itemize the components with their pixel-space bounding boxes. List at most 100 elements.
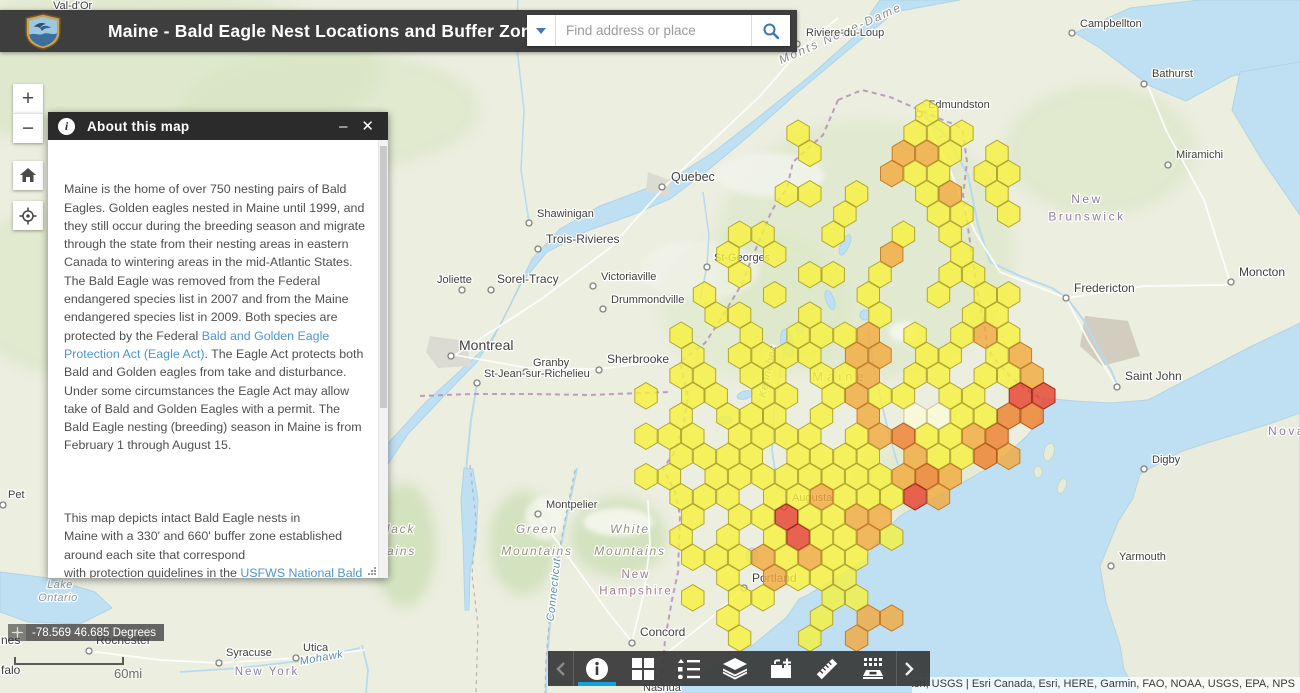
city-dot [659, 184, 665, 190]
chevron-left-icon [556, 662, 565, 676]
city-label: Pet [8, 489, 25, 501]
city-label: Sorel-Tracy [497, 272, 559, 286]
app-title: Maine - Bald Eagle Nest Locations and Bu… [108, 21, 552, 42]
scale-bar-line [14, 657, 124, 665]
city-dot [1165, 162, 1171, 168]
minimize-button[interactable]: – [339, 119, 347, 134]
city-label: Sherbrooke [607, 352, 669, 366]
about-paragraph-1: Maine is the home of over 750 nesting pa… [64, 180, 366, 454]
city-label: Moncton [1239, 265, 1285, 279]
home-icon [20, 168, 36, 183]
about-paragraph-2: This map depicts intact Bald Eagle nests… [64, 509, 366, 578]
city-dot [1108, 563, 1114, 569]
about-panel-title: About this map [87, 119, 189, 134]
map-attribution: Esri, USGS | Esri Canada, Esri, HERE, Ga… [912, 677, 1300, 693]
zoom-in-button[interactable]: + [13, 84, 43, 113]
chevron-down-icon [536, 28, 546, 34]
city-label: Syracuse [226, 647, 272, 659]
legend-list-icon [678, 659, 700, 679]
widget-toolbar [548, 651, 930, 686]
city-label: Montpelier [546, 499, 598, 511]
coordinate-widget: -78.569 46.685 Degrees [8, 624, 164, 641]
scale-bar: 60mi [14, 657, 124, 665]
toolbar-item-legend[interactable] [666, 651, 712, 686]
my-location-button[interactable] [13, 201, 43, 230]
city-dot [1114, 384, 1120, 390]
chevron-right-icon [905, 662, 914, 676]
city-dot [590, 283, 596, 289]
city-label: Saint John [1125, 369, 1182, 383]
city-dot [86, 648, 92, 654]
search-button[interactable] [751, 15, 790, 46]
city-label: Shawinigan [537, 208, 594, 220]
city-dot [704, 264, 710, 270]
about-panel-header: i About this map – ✕ [48, 112, 388, 140]
minus-icon: − [22, 117, 34, 141]
city-dot [1063, 295, 1069, 301]
home-extent-button[interactable] [13, 161, 43, 190]
city-label: Riviere-du-Loup [806, 27, 884, 39]
city-dot [535, 246, 541, 252]
toolbar-item-about[interactable] [574, 651, 620, 686]
toolbar-prev-button[interactable] [548, 651, 573, 686]
toolbar-item-measurement[interactable] [804, 651, 850, 686]
city-label: Quebec [671, 170, 715, 184]
info-icon [585, 657, 609, 681]
zoom-out-button[interactable]: − [13, 113, 43, 143]
city-dot [1228, 279, 1234, 285]
toolbar-item-layer-list[interactable] [712, 651, 758, 686]
city-label: Fredericton [1074, 281, 1135, 295]
city-dot [526, 220, 532, 226]
city-label: Trois-Rivieres [546, 232, 620, 246]
city-dot [600, 306, 606, 312]
search-source-dropdown[interactable] [527, 15, 556, 46]
print-icon [861, 658, 885, 680]
scrollbar-thumb[interactable] [380, 146, 387, 408]
region-label: Nova [1268, 424, 1300, 438]
city-label: Joliette [437, 274, 472, 286]
search-widget [527, 15, 790, 46]
app-header: Maine - Bald Eagle Nest Locations and Bu… [0, 10, 797, 52]
close-button[interactable]: ✕ [361, 119, 374, 134]
about-panel-body: Maine is the home of over 750 nesting pa… [48, 140, 388, 578]
city-dot [448, 353, 454, 359]
city-dot [535, 511, 541, 517]
city-dot [1069, 30, 1075, 36]
city-label: Bathurst [1152, 68, 1193, 80]
city-label: Campbellton [1080, 18, 1142, 30]
city-dot [1141, 466, 1147, 472]
ruler-icon [815, 657, 839, 681]
info-icon: i [58, 118, 75, 135]
basemap-grid-icon [632, 658, 654, 680]
toolbar-item-print[interactable] [850, 651, 896, 686]
city-dot [596, 367, 602, 373]
city-dot [629, 640, 635, 646]
locate-icon [19, 207, 37, 225]
city-dot [216, 660, 222, 666]
search-input[interactable] [556, 15, 751, 46]
city-label: Montreal [459, 337, 513, 353]
water-label: Lake [47, 579, 73, 591]
coordinate-readout: -78.569 46.685 Degrees [26, 624, 164, 641]
city-dot [1141, 81, 1147, 87]
city-label: Victoriaville [601, 271, 656, 283]
city-label: Digby [1152, 454, 1181, 466]
toolbar-next-button[interactable] [897, 651, 922, 686]
about-panel: i About this map – ✕ Maine is the home o… [48, 112, 388, 578]
scale-bar-label: 60mi [114, 666, 142, 681]
city-label: falo [1, 663, 21, 677]
toolbar-item-basemap-gallery[interactable] [620, 651, 666, 686]
resize-handle-icon[interactable] [367, 566, 377, 576]
city-label: Yarmouth [1119, 551, 1166, 563]
usfws-logo [24, 13, 62, 50]
city-label: Miramichi [1176, 149, 1223, 161]
add-data-icon [770, 658, 792, 680]
map-application: KennebecConnecticutMohawkMonts Notre-Dam… [0, 0, 1300, 693]
city-dot [0, 502, 6, 508]
city-dot [459, 287, 465, 293]
crosshair-icon[interactable] [8, 624, 26, 641]
city-label: Drummondville [611, 294, 684, 306]
region-label: New York [235, 666, 300, 678]
toolbar-item-add-data[interactable] [758, 651, 804, 686]
scrollbar[interactable] [378, 140, 388, 578]
